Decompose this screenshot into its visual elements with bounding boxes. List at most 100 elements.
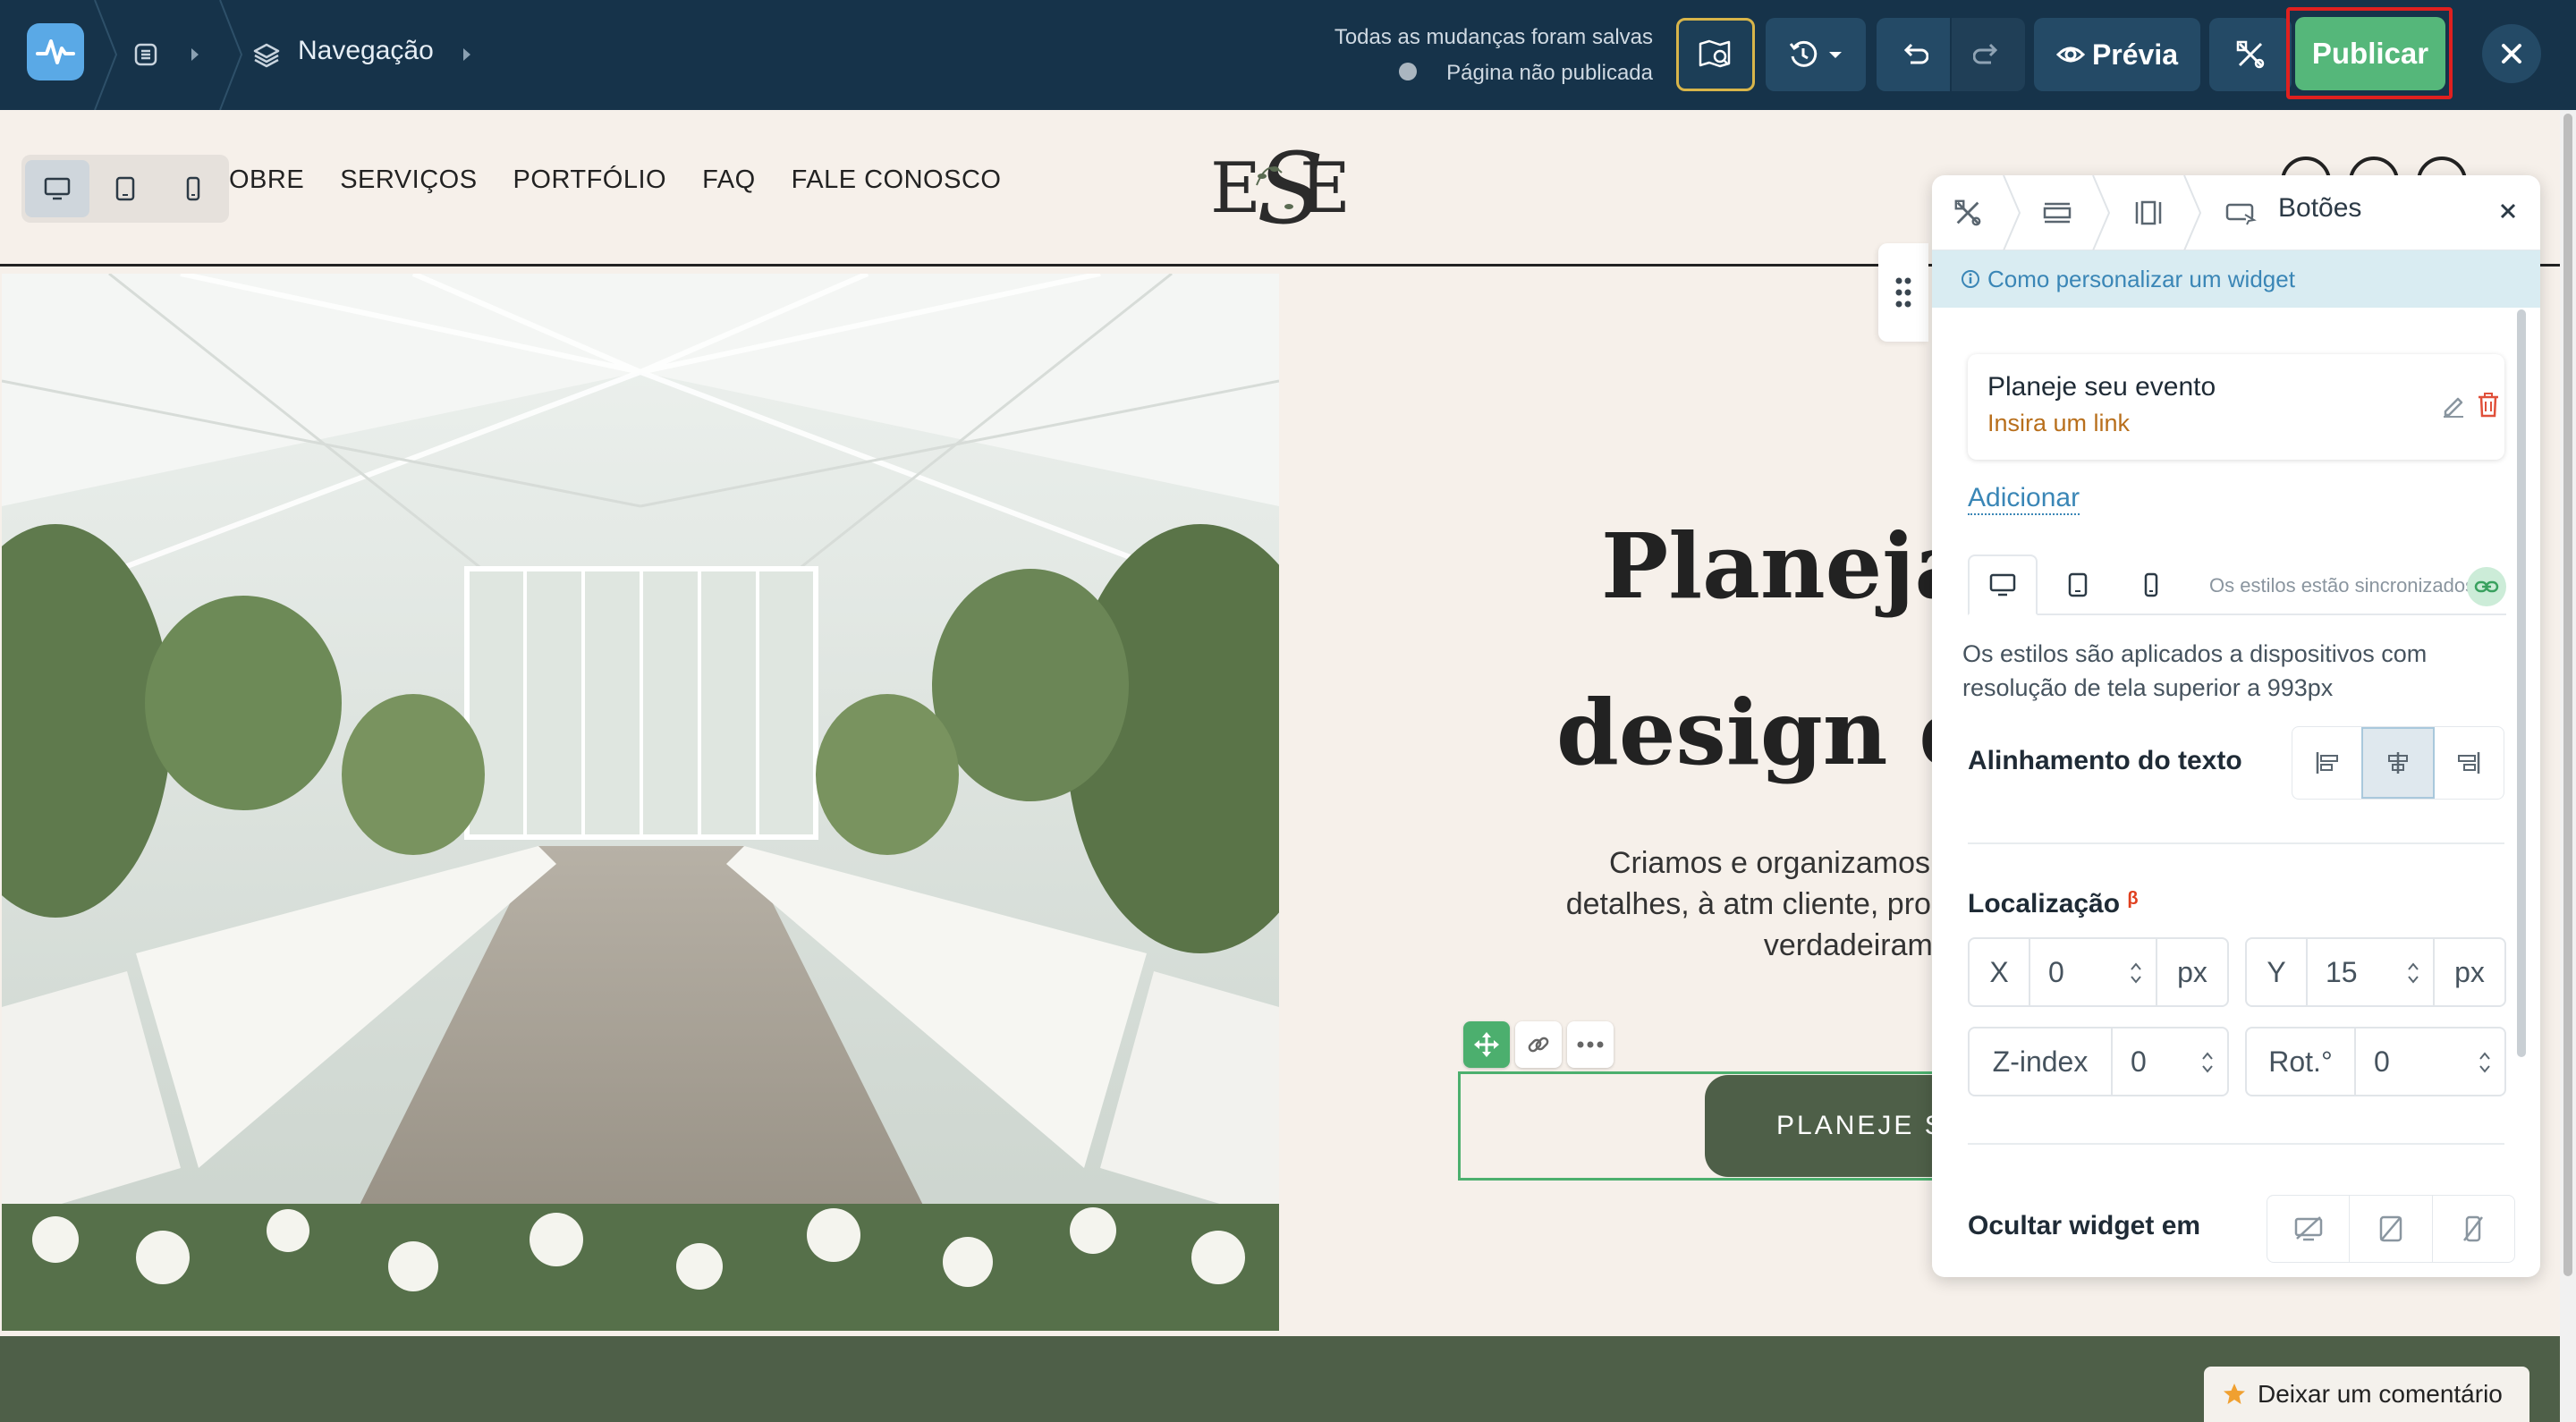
help-link[interactable]: Como personalizar um widget [1932, 250, 2540, 308]
close-panel-button[interactable] [2490, 193, 2526, 229]
nav-item-faq[interactable]: FAQ [702, 165, 756, 195]
hide-on-tablet-button[interactable] [2350, 1196, 2433, 1262]
z-index-input[interactable]: 0 [2113, 1028, 2227, 1095]
x-input[interactable]: 0 [2030, 939, 2156, 1005]
rotation-label: Rot.° [2247, 1028, 2356, 1095]
device-switcher [21, 155, 229, 223]
breadcrumb-separator [94, 0, 118, 110]
desktop-icon [44, 177, 71, 200]
map-search-button[interactable] [1676, 18, 1755, 91]
history-icon [1789, 40, 1818, 67]
tab-tablet-styles[interactable] [2043, 554, 2113, 615]
status-dot [1399, 63, 1417, 80]
divider [1968, 1143, 2504, 1145]
align-right-icon [2458, 752, 2480, 774]
rotation-input[interactable]: 0 [2356, 1028, 2504, 1095]
link-chain-icon [2474, 580, 2499, 593]
breadcrumb-separator [219, 0, 243, 110]
close-editor-button[interactable] [2482, 24, 2541, 83]
tab-desktop-styles[interactable] [1968, 554, 2038, 615]
tools-icon[interactable] [1950, 195, 1986, 231]
x-unit[interactable]: px [2156, 939, 2227, 1005]
site-logo[interactable]: E S E [1203, 123, 1355, 239]
svg-text:E: E [1300, 148, 1351, 229]
move-icon [1474, 1032, 1499, 1057]
y-unit[interactable]: px [2433, 939, 2504, 1005]
location-label-text: Localização [1968, 889, 2121, 918]
leave-comment-button[interactable]: Deixar um comentário [2204, 1367, 2529, 1422]
star-icon [2224, 1384, 2245, 1404]
column-icon[interactable] [2131, 195, 2166, 231]
breadcrumb-navigation[interactable]: Navegação [298, 36, 434, 66]
panel-drag-handle[interactable] [1878, 243, 1928, 342]
tools-button[interactable] [2209, 18, 2292, 91]
align-right-button[interactable] [2435, 727, 2504, 799]
beta-badge: β [2127, 889, 2139, 909]
map-search-icon [1699, 39, 1731, 68]
align-center-button[interactable] [2361, 727, 2435, 799]
mobile-icon [186, 176, 200, 201]
publish-button[interactable]: Publicar [2295, 17, 2445, 90]
desktop-view-button[interactable] [25, 160, 89, 217]
text-align-group [2292, 726, 2504, 800]
nav-item-fale-conosco[interactable]: FALE CONOSCO [792, 165, 1002, 195]
hide-on-mobile-button[interactable] [2433, 1196, 2514, 1262]
z-index-label: Z-index [1970, 1028, 2113, 1095]
button-item-card[interactable]: Planeje seu evento Insira um link [1968, 354, 2504, 460]
tablet-icon [115, 176, 135, 201]
hero-image[interactable] [2, 274, 1279, 1331]
save-status: Todas as mudanças foram salvas [1334, 25, 1653, 49]
stepper-icon[interactable] [2129, 959, 2143, 987]
link-icon [1528, 1037, 1549, 1053]
redo-button[interactable] [1952, 18, 2025, 91]
y-input[interactable]: 15 [2308, 939, 2433, 1005]
svg-text:E: E [1210, 148, 1261, 229]
redo-icon [1973, 43, 1998, 64]
button-item-label: Planeje seu evento [1987, 372, 2216, 402]
desktop-icon [1989, 573, 2016, 597]
x-value: 0 [2048, 955, 2064, 988]
tab-mobile-styles[interactable] [2116, 554, 2186, 615]
divider [1968, 842, 2504, 844]
caret-right-icon [456, 41, 478, 68]
section-icon[interactable] [2039, 195, 2075, 231]
page-status: Página não publicada [1446, 61, 1653, 85]
mobile-icon [2144, 572, 2158, 597]
page-scrollbar-thumb[interactable] [2563, 114, 2572, 1276]
app-logo[interactable] [27, 23, 84, 80]
page-scrollbar[interactable] [2560, 110, 2576, 1422]
panel-scrollbar[interactable] [2517, 309, 2526, 1057]
styles-description: Os estilos são aplicados a dispositivos … [1962, 640, 2428, 701]
nav-item-servicos[interactable]: SERVIÇOS [340, 165, 477, 195]
history-button[interactable] [1766, 18, 1866, 91]
hide-on-desktop-button[interactable] [2267, 1196, 2351, 1262]
panel-title: Botões [2278, 193, 2362, 223]
hide-widget-label: Ocultar widget em [1968, 1211, 2201, 1240]
edit-button-item[interactable] [2440, 392, 2467, 423]
sync-toggle[interactable] [2467, 567, 2506, 606]
tablet-icon [2068, 572, 2088, 597]
link-widget-button[interactable] [1515, 1021, 1562, 1068]
nav-item-sobre[interactable]: OBRE [229, 165, 304, 195]
button-item-link-placeholder[interactable]: Insira um link [1987, 410, 2130, 437]
close-icon [2502, 44, 2521, 63]
nav-item-portfolio[interactable]: PORTFÓLIO [513, 165, 667, 195]
pages-icon[interactable] [131, 39, 161, 70]
align-left-icon [2316, 752, 2338, 774]
y-label: Y [2247, 939, 2308, 1005]
more-options-button[interactable] [1567, 1021, 1614, 1068]
layers-icon[interactable] [250, 39, 283, 72]
align-left-button[interactable] [2292, 727, 2361, 799]
stepper-icon[interactable] [2478, 1048, 2492, 1077]
add-button-link[interactable]: Adicionar [1968, 483, 2080, 515]
mobile-view-button[interactable] [161, 160, 225, 217]
chevron-down-icon [1829, 52, 1842, 58]
preview-button[interactable]: Prévia [2034, 18, 2200, 91]
undo-button[interactable] [1877, 18, 1950, 91]
delete-button-item[interactable] [2476, 392, 2501, 423]
tablet-view-button[interactable] [93, 160, 157, 217]
stepper-icon[interactable] [2406, 959, 2420, 987]
help-link-label: Como personalizar um widget [1987, 265, 2295, 292]
move-widget-button[interactable] [1463, 1021, 1510, 1068]
stepper-icon[interactable] [2200, 1048, 2215, 1077]
